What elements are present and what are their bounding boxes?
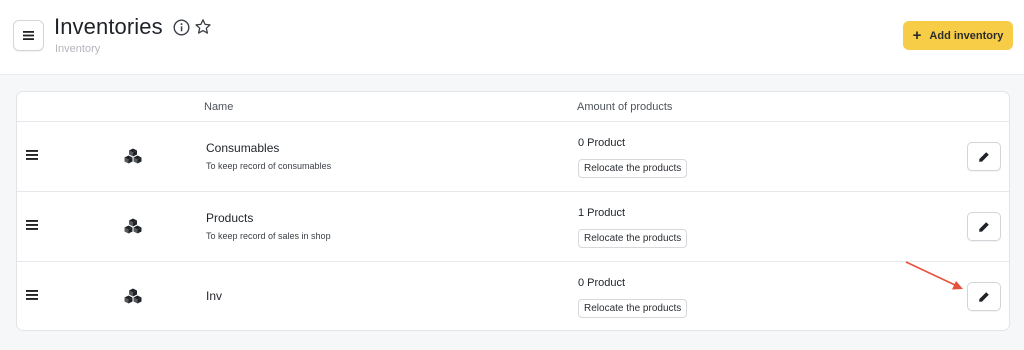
relocate-products-button[interactable]: Relocate the products	[578, 159, 688, 178]
hamburger-icon	[23, 31, 34, 40]
relocate-products-button[interactable]: Relocate the products	[578, 229, 688, 248]
inventory-name: Inv	[206, 289, 223, 303]
inventory-description: To keep record of consumables	[206, 161, 332, 171]
drag-handle-icon[interactable]	[26, 150, 38, 160]
inventory-description: To keep record of sales in shop	[206, 231, 331, 241]
pencil-icon	[979, 151, 989, 162]
boxes-icon	[124, 148, 142, 164]
inventory-name: Consumables	[206, 141, 280, 155]
page-title: Inventories	[54, 14, 163, 39]
drag-handle-icon[interactable]	[26, 220, 38, 230]
drag-handle-icon[interactable]	[26, 290, 38, 300]
info-icon[interactable]	[173, 19, 190, 36]
inventories-table: Name Amount of products Consumables To k…	[16, 91, 1010, 331]
star-icon[interactable]	[194, 18, 212, 36]
product-amount: 0 Product	[578, 137, 626, 149]
inventory-name: Products	[206, 211, 254, 225]
product-amount: 1 Product	[578, 207, 626, 219]
pencil-icon	[979, 291, 989, 302]
relocate-products-button[interactable]: Relocate the products	[578, 299, 688, 318]
edit-button[interactable]	[967, 282, 1001, 311]
menu-toggle-button[interactable]	[13, 20, 44, 51]
table-row: Products To keep record of sales in shop…	[17, 192, 1009, 262]
table-row: Consumables To keep record of consumable…	[17, 122, 1009, 192]
add-inventory-label: Add inventory	[929, 29, 1004, 42]
add-inventory-button[interactable]: + Add inventory	[903, 21, 1013, 50]
edit-button[interactable]	[967, 212, 1001, 241]
plus-icon: +	[912, 27, 922, 44]
edit-button[interactable]	[967, 142, 1001, 171]
pencil-icon	[979, 221, 989, 232]
table-row: Inv 0 Product Relocate the products	[17, 262, 1009, 330]
boxes-icon	[124, 288, 142, 304]
boxes-icon	[124, 218, 142, 234]
product-amount: 0 Product	[578, 277, 626, 289]
column-header-amount: Amount of products	[577, 101, 673, 113]
table-header: Name Amount of products	[17, 92, 1009, 122]
breadcrumb[interactable]: Inventory	[55, 43, 100, 55]
page-header: Inventories Inventory + Add inventory	[0, 0, 1024, 75]
column-header-name: Name	[204, 101, 234, 113]
